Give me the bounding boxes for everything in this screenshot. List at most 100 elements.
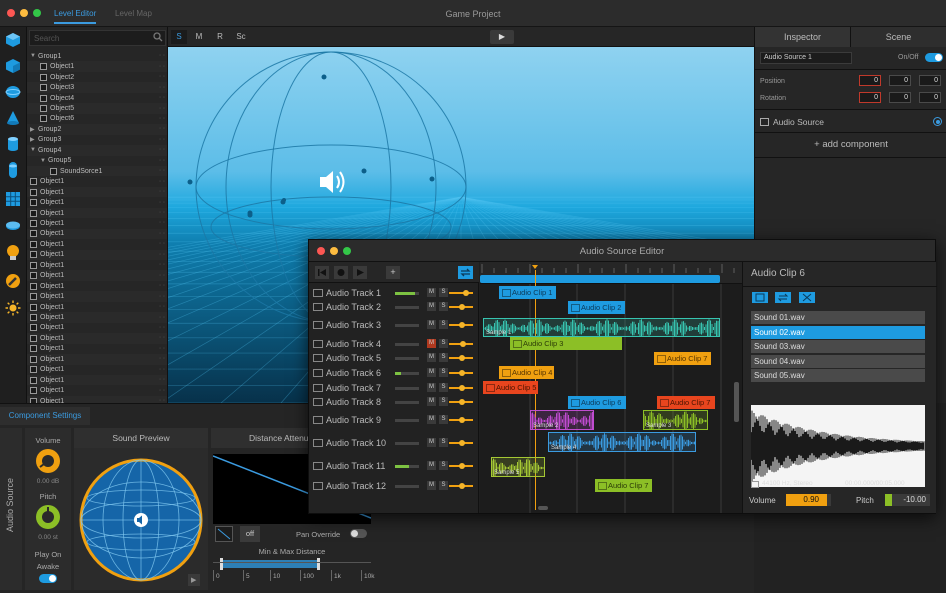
visibility-lock-icon[interactable]: ▫ ▫	[159, 220, 165, 226]
audio-track-row[interactable]: Audio Track 9 M S	[313, 413, 477, 427]
audio-track-row[interactable]: Audio Track 3 M S	[313, 318, 477, 332]
visibility-lock-icon[interactable]: ▫ ▫	[159, 137, 165, 143]
chevron-down-icon[interactable]: ▼	[40, 158, 48, 164]
track-volume-slider[interactable]	[449, 463, 473, 469]
audio-clip[interactable]: Audio Clip 6	[568, 396, 626, 409]
add-track-button[interactable]: +	[386, 266, 400, 279]
visibility-lock-icon[interactable]: ▫ ▫	[159, 388, 165, 394]
visibility-lock-icon[interactable]: ▫ ▫	[159, 85, 165, 91]
audio-clip[interactable]: Audio Clip 4	[499, 366, 554, 379]
visibility-lock-icon[interactable]: ▫ ▫	[159, 106, 165, 112]
position-z-field[interactable]: 0	[919, 75, 941, 86]
solo-button[interactable]: S	[439, 302, 448, 311]
audio-track-row[interactable]: Audio Track 4 M S	[313, 337, 477, 351]
visibility-lock-icon[interactable]: ▫ ▫	[159, 283, 165, 289]
audio-track-row[interactable]: Audio Track 2 M S	[313, 300, 477, 314]
visibility-lock-icon[interactable]: ▫ ▫	[159, 158, 165, 164]
object-name-field[interactable]: Audio Source 1	[760, 52, 852, 64]
visibility-lock-icon[interactable]: ▫ ▫	[159, 74, 165, 80]
sound-file-item[interactable]: Sound 03.wav	[751, 340, 925, 353]
hierarchy-item[interactable]: Object1 ▫ ▫	[27, 186, 167, 198]
mute-button[interactable]: M	[427, 438, 436, 447]
audio-clip[interactable]: Audio Clip 1	[499, 286, 556, 299]
hierarchy-item[interactable]: Object4 ▫ ▫	[27, 93, 167, 104]
solo-button[interactable]: S	[439, 368, 448, 377]
mute-button[interactable]: M	[427, 288, 436, 297]
visibility-lock-icon[interactable]: ▫ ▫	[159, 200, 165, 206]
solo-button[interactable]: S	[439, 438, 448, 447]
rotate-tool-button[interactable]: R	[212, 30, 228, 44]
sound-file-item[interactable]: Sound 04.wav	[751, 354, 925, 368]
visibility-lock-icon[interactable]: ▫ ▫	[159, 147, 165, 153]
rotation-x-field[interactable]: 0	[859, 92, 881, 103]
hierarchy-item[interactable]: Object1 ▫ ▫	[27, 374, 167, 386]
solo-button[interactable]: S	[439, 353, 448, 362]
hierarchy-item[interactable]: Object3 ▫ ▫	[27, 82, 167, 93]
solo-button[interactable]: S	[439, 481, 448, 490]
loop-toggle[interactable]	[458, 266, 473, 279]
mute-button[interactable]: M	[427, 302, 436, 311]
track-volume-slider[interactable]	[449, 385, 473, 391]
visibility-lock-icon[interactable]: ▫ ▫	[159, 304, 165, 310]
visibility-lock-icon[interactable]: ▫ ▫	[159, 189, 165, 195]
audio-sample-waveform[interactable]: Sample 4	[548, 432, 696, 452]
solo-button[interactable]: S	[439, 383, 448, 392]
search-input[interactable]: Search	[29, 30, 166, 46]
volume-knob[interactable]	[35, 448, 61, 476]
clip-loop-icon[interactable]	[775, 292, 791, 303]
timeline-hscrollbar[interactable]	[538, 506, 548, 510]
search-icon[interactable]	[153, 32, 163, 44]
audio-clip[interactable]: Audio Clip 7	[657, 396, 715, 409]
scale-tool-button[interactable]: Sc	[232, 30, 250, 44]
hierarchy-group[interactable]: ▶ Group3 ▫ ▫	[27, 135, 167, 146]
mute-button[interactable]: M	[427, 481, 436, 490]
timeline-area[interactable]: Audio Clip 1 Audio Clip 2 Audio Clip 3 Audi…	[480, 262, 742, 513]
track-volume-slider[interactable]	[449, 341, 473, 347]
capsule-icon[interactable]	[4, 161, 22, 179]
mute-button[interactable]: M	[427, 353, 436, 362]
track-volume-slider[interactable]	[449, 440, 473, 446]
visibility-lock-icon[interactable]: ▫ ▫	[159, 179, 165, 185]
visibility-lock-icon[interactable]: ▫ ▫	[159, 335, 165, 341]
hierarchy-item[interactable]: Object2 ▫ ▫	[27, 72, 167, 83]
clip-scissors-icon[interactable]	[799, 292, 815, 303]
solo-button[interactable]: S	[439, 288, 448, 297]
hierarchy-item[interactable]: Object1 ▫ ▫	[27, 61, 167, 72]
solo-button[interactable]: S	[439, 415, 448, 424]
visibility-lock-icon[interactable]: ▫ ▫	[159, 367, 165, 373]
chevron-down-icon[interactable]: ▼	[30, 53, 38, 59]
position-y-field[interactable]: 0	[889, 75, 911, 86]
solo-button[interactable]: S	[439, 461, 448, 470]
onoff-toggle[interactable]	[925, 53, 943, 62]
track-volume-slider[interactable]	[449, 290, 473, 296]
chevron-down-icon[interactable]: ▼	[30, 147, 38, 153]
visibility-lock-icon[interactable]: ▫ ▫	[159, 315, 165, 321]
visibility-lock-icon[interactable]: ▫ ▫	[159, 377, 165, 383]
audio-track-row[interactable]: Audio Track 8 M S	[313, 395, 477, 409]
sun-icon[interactable]	[4, 299, 22, 317]
hierarchy-item[interactable]: Object1 ▫ ▫	[27, 395, 167, 403]
component-audio-source[interactable]: Audio Source	[773, 117, 824, 127]
audio-track-row[interactable]: Audio Track 5 M S	[313, 351, 477, 365]
track-volume-slider[interactable]	[449, 399, 473, 405]
hierarchy-group[interactable]: ▶ Group2 ▫ ▫	[27, 124, 167, 135]
hierarchy-item[interactable]: Object1 ▫ ▫	[27, 302, 167, 313]
audio-clip[interactable]: Audio Clip 7	[595, 479, 652, 492]
hierarchy-item[interactable]: Object1 ▫ ▫	[27, 323, 167, 334]
component-target-icon[interactable]	[933, 117, 942, 126]
play-on-awake-toggle[interactable]	[39, 574, 57, 583]
sound-preview-area[interactable]: ▶	[74, 448, 208, 590]
loop-region-bar[interactable]	[480, 275, 720, 283]
solo-button[interactable]: S	[439, 320, 448, 329]
play-transport-button[interactable]	[353, 266, 367, 279]
position-x-field[interactable]: 0	[859, 75, 881, 86]
hierarchy-group[interactable]: ▼ Group5 ▫ ▫	[27, 156, 167, 167]
sound-file-item[interactable]: Sound 02.wav	[751, 325, 925, 339]
audio-track-row[interactable]: Audio Track 6 M S	[313, 366, 477, 380]
clip-film-icon[interactable]	[752, 292, 768, 303]
hierarchy-item[interactable]: Object1 ▫ ▫	[27, 249, 167, 261]
audio-track-row[interactable]: Audio Track 11 M S	[313, 459, 477, 473]
visibility-lock-icon[interactable]: ▫ ▫	[159, 252, 165, 258]
track-volume-slider[interactable]	[449, 355, 473, 361]
wrench-icon[interactable]	[4, 272, 22, 290]
